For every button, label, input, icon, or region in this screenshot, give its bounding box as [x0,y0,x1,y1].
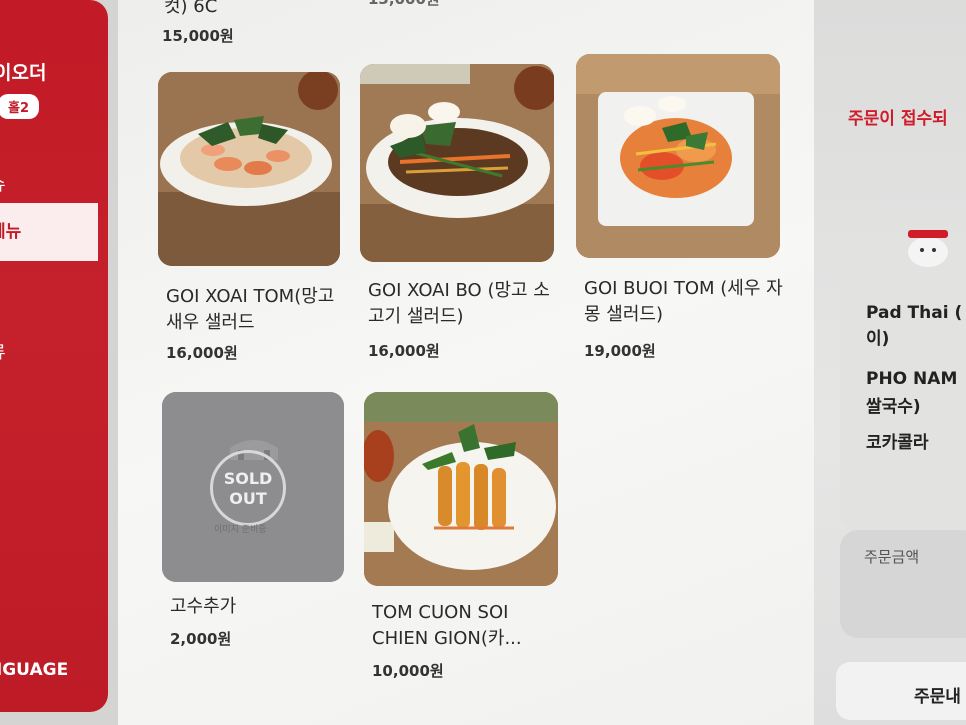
image-pending-text: 이미지 준비중 [214,525,267,535]
order-total-label: 주문금액 [864,548,920,566]
sold-out-badge: SOLD OUT [210,450,286,526]
food-photo [158,72,340,266]
order-panel: 주문이 접수되 Pad Thai ( 이) PHO NAM 쌀국수) 코카콜라 … [814,0,966,725]
menu-item-price: 16,000원 [166,344,238,362]
sidebar-item-1[interactable]: 슈 [0,170,6,195]
menu-card[interactable]: GOI XOAI TOM(망고새우 샐러드 16,000원 [158,72,342,372]
menu-card[interactable]: GOI XOAI BO (망고 소고기 샐러드) 16,000원 [360,64,556,364]
menu-card[interactable]: GOI BUOI TOM (세우 자몽 샐러드) 19,000원 [576,54,783,364]
cart-item-name-cont: 쌀국수) [866,397,921,417]
order-button-label: 주문내 [914,687,961,707]
sidebar-item-4[interactable]: 류 [0,338,6,363]
menu-item-price: 19,000원 [584,342,656,360]
food-photo [360,64,554,262]
mascot-icon [908,230,948,267]
menu-item-price: 16,000원 [368,342,440,360]
partial-item-price: 15,000원 [162,27,234,45]
category-sidebar: 이오더 홀2 슈 메뉴 › 류 NGUAGE [0,0,108,712]
menu-item-price: 2,000원 [170,630,232,648]
cart-item-name: 코카콜라 [866,433,929,453]
menu-item-name: GOI XOAI BO (망고 소고기 샐러드) [368,280,550,327]
menu-item-name: GOI BUOI TOM (세우 자몽 샐러드) [584,278,783,325]
order-received-notice: 주문이 접수되 [848,109,948,129]
partial-item-price-2: 13,000원 [368,0,440,9]
menu-grid: 컷) 6C 15,000원 13,000원 GOI XOAI TOM(망고새우 … [118,0,814,725]
language-button[interactable]: NGUAGE [0,660,68,680]
food-photo-placeholder: SOLD OUT 이미지 준비중 [162,392,344,582]
food-photo [364,392,558,586]
cart-item-name: Pad Thai ( [866,303,963,323]
menu-card[interactable]: TOM CUON SOI CHIEN GION(카... 10,000원 [364,392,560,692]
partial-item-name: 컷) 6C [164,0,218,17]
menu-item-price: 10,000원 [372,662,444,680]
menu-item-name: TOM CUON SOI CHIEN GION(카... [372,602,522,649]
menu-card-sold-out[interactable]: SOLD OUT 이미지 준비중 고수추가 2,000원 [162,392,346,662]
menu-item-name: GOI XOAI TOM(망고새우 샐러드 [166,286,335,333]
food-photo [576,54,780,258]
menu-item-name: 고수추가 [170,596,237,617]
brand-name: 이오더 [0,62,47,84]
cart-item-name-cont: 이) [866,329,890,349]
store-badge: 홀2 [0,94,40,119]
sidebar-item-menu-active[interactable]: 메뉴 [0,203,98,261]
cart-item-name: PHO NAM [866,369,958,389]
